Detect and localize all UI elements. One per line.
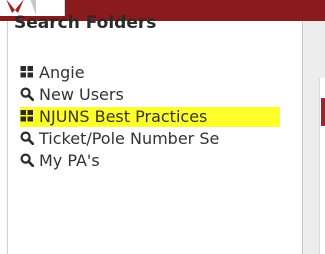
folder-item-njuns-best-practices[interactable]: NJUNS Best Practices [20,106,296,128]
folder-label: New Users [39,85,124,104]
grid-icon [20,110,33,122]
search-icon [20,131,34,145]
folder-list: Angie New Users NJUNS Best Practices Tic… [20,62,296,172]
search-icon [20,153,34,167]
panel-title: Search Folders [14,13,157,33]
folder-item-new-users[interactable]: New Users [20,84,296,106]
folder-item-angie[interactable]: Angie [20,62,296,84]
folder-label: Ticket/Pole Number Se [39,129,220,148]
folder-label: NJUNS Best Practices [39,107,208,126]
folder-label: Angie [39,63,85,82]
folder-label: My PA's [39,151,100,170]
search-icon [20,87,34,101]
folder-item-ticket-pole-number-search[interactable]: Ticket/Pole Number Se [20,128,296,150]
folder-item-my-pas[interactable]: My PA's [20,150,296,172]
app-frame: Search Folders Angie New Users NJUNS Bes… [0,0,325,254]
main-content-accent [321,98,325,126]
grid-icon [20,66,33,78]
